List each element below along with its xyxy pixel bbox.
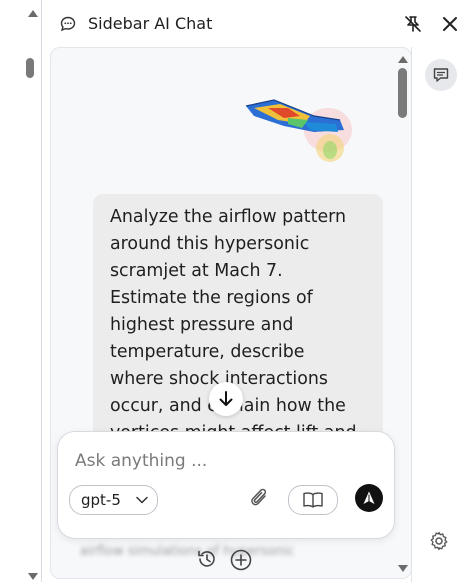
gear-icon[interactable] <box>428 530 450 552</box>
chat-bubble-icon <box>60 16 76 32</box>
scrollbar-thumb[interactable] <box>26 58 34 78</box>
paperclip-icon[interactable] <box>249 487 271 511</box>
sidebar-title: Sidebar AI Chat <box>88 14 213 33</box>
plus-circle-icon[interactable] <box>229 548 253 572</box>
chat-scrollbar-thumb[interactable] <box>398 68 407 118</box>
scroll-down-arrow[interactable] <box>28 573 38 580</box>
history-icon[interactable] <box>196 548 218 570</box>
chat-rail-button[interactable] <box>425 59 457 91</box>
chat-icon <box>433 68 449 82</box>
model-select-label: gpt-5 <box>81 491 121 509</box>
right-rail <box>411 47 476 582</box>
arrow-down-icon <box>219 391 233 406</box>
scroll-up-arrow[interactable] <box>28 10 38 17</box>
scroll-to-bottom-button[interactable] <box>209 382 243 416</box>
message-composer: gpt-5 <box>57 431 395 539</box>
chat-scroll-up-arrow[interactable] <box>398 56 408 63</box>
chat-scroll-down-arrow[interactable] <box>398 565 408 572</box>
close-icon[interactable] <box>441 15 459 33</box>
model-select[interactable]: gpt-5 <box>69 485 158 515</box>
attached-image-thumbnail[interactable] <box>244 98 356 166</box>
sidebar-header: Sidebar AI Chat <box>42 0 476 48</box>
library-button[interactable] <box>288 485 338 515</box>
book-icon <box>303 492 323 508</box>
chevron-down-icon <box>136 496 148 504</box>
send-icon <box>363 491 375 504</box>
pin-off-icon[interactable] <box>404 15 422 33</box>
send-button[interactable] <box>355 484 383 512</box>
previous-pane-strip <box>0 0 42 582</box>
message-input[interactable] <box>73 446 377 476</box>
